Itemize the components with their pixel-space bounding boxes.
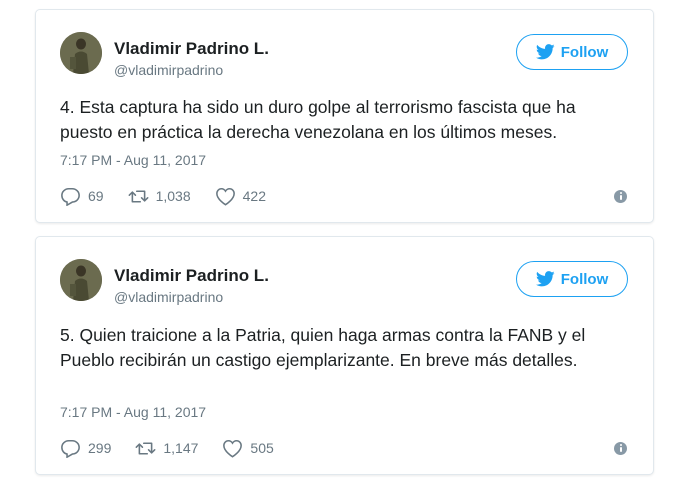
follow-button[interactable]: Follow bbox=[516, 34, 628, 70]
author-handle[interactable]: @vladimirpadrino bbox=[114, 62, 223, 78]
avatar[interactable] bbox=[60, 259, 102, 301]
follow-button[interactable]: Follow bbox=[516, 261, 628, 297]
follow-label: Follow bbox=[560, 43, 609, 61]
author-handle[interactable]: @vladimirpadrino bbox=[114, 289, 223, 305]
tweet-card: Vladimir Padrino L. @vladimirpadrino Fol… bbox=[35, 236, 654, 475]
reply-count: 299 bbox=[88, 440, 112, 456]
retweet-action[interactable]: 1,147 bbox=[135, 439, 198, 458]
author-name[interactable]: Vladimir Padrino L. bbox=[114, 266, 269, 286]
reply-count: 69 bbox=[88, 188, 104, 204]
retweet-icon bbox=[128, 189, 149, 203]
retweet-icon bbox=[135, 441, 156, 455]
like-count: 505 bbox=[250, 440, 274, 456]
like-action[interactable]: 505 bbox=[222, 439, 274, 458]
retweet-action[interactable]: 1,038 bbox=[128, 187, 191, 206]
follow-label: Follow bbox=[560, 270, 609, 288]
tweet-actions: 299 1,147 505 bbox=[60, 437, 629, 459]
tweet-text: 5. Quien traicione a la Patria, quien ha… bbox=[60, 325, 586, 370]
info-icon[interactable] bbox=[614, 441, 627, 455]
avatar-photo bbox=[60, 259, 102, 301]
reply-action[interactable]: 299 bbox=[60, 439, 111, 458]
tweet-card: Vladimir Padrino L. @vladimirpadrino Fol… bbox=[35, 9, 654, 223]
tweet-timestamp[interactable]: 7:17 PM - Aug 11, 2017 bbox=[60, 404, 206, 420]
tweet-timestamp[interactable]: 7:17 PM - Aug 11, 2017 bbox=[60, 152, 206, 168]
tweet-text: 4. Esta captura ha sido un duro golpe al… bbox=[60, 97, 576, 142]
twitter-bird-icon bbox=[535, 271, 555, 287]
like-heart-icon bbox=[215, 187, 235, 206]
like-heart-icon bbox=[223, 439, 243, 458]
reply-action[interactable]: 69 bbox=[60, 187, 104, 206]
info-icon[interactable] bbox=[614, 189, 627, 203]
like-action[interactable]: 422 bbox=[215, 187, 266, 206]
retweet-count: 1,147 bbox=[163, 440, 199, 456]
like-count: 422 bbox=[242, 188, 266, 204]
tweet-actions: 69 1,038 422 bbox=[60, 185, 629, 207]
reply-icon bbox=[61, 439, 80, 458]
retweet-count: 1,038 bbox=[155, 188, 191, 204]
reply-icon bbox=[61, 187, 80, 206]
twitter-bird-icon bbox=[535, 44, 555, 60]
avatar-photo bbox=[60, 32, 102, 74]
author-name[interactable]: Vladimir Padrino L. bbox=[114, 39, 269, 59]
avatar[interactable] bbox=[60, 32, 102, 74]
